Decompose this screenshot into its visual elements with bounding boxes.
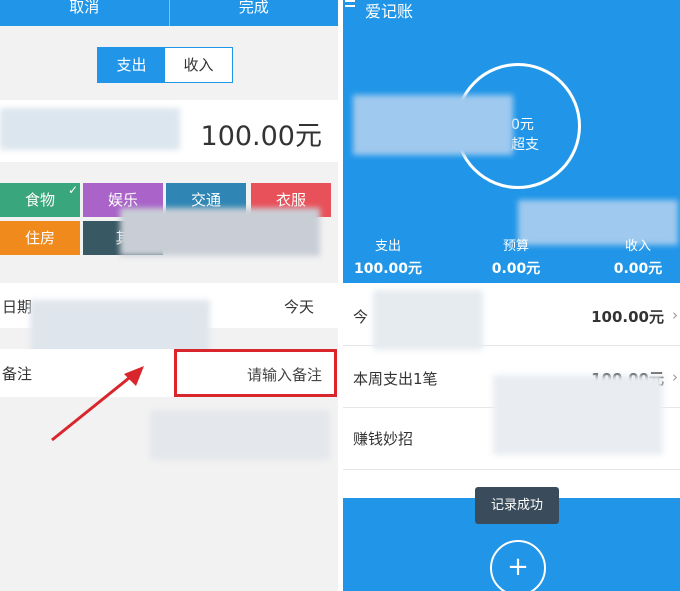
category-label: 衣服 — [275, 191, 306, 209]
note-placeholder: 请输入备注 — [246, 366, 322, 384]
blurred-region — [353, 95, 513, 155]
selected-check-icon: ✓ — [67, 183, 78, 197]
date-label: 日期 — [2, 298, 33, 316]
stat-value: 100.00元 — [353, 261, 423, 277]
cancel-button[interactable]: 取消 — [0, 0, 169, 26]
stat-label: 预算 — [502, 239, 529, 254]
amount-value: 100.00元 — [200, 121, 322, 152]
date-value: 今天 — [283, 298, 314, 316]
stat-income: 收入 0.00元 — [583, 235, 680, 278]
stat-label: 支出 — [374, 239, 401, 254]
row-label: 本周支出1笔 — [353, 370, 438, 388]
row-label: 赚钱妙招 — [353, 430, 414, 448]
category-housing[interactable]: 住房 — [0, 221, 80, 255]
add-record-button[interactable]: + — [490, 540, 546, 591]
blurred-region — [493, 375, 663, 455]
amount-row[interactable]: 100.00元 — [0, 100, 338, 162]
category-label: 娱乐 — [107, 191, 138, 209]
category-food[interactable]: 食物 ✓ — [0, 183, 80, 217]
note-label: 备注 — [2, 365, 33, 383]
category-label: 交通 — [190, 191, 221, 209]
toast-message: 记录成功 — [475, 487, 559, 524]
top-bar: 取消 完成 — [0, 0, 338, 26]
blurred-region — [120, 208, 320, 256]
ring-subtitle: 超支 — [511, 137, 539, 153]
add-record-screen: 取消 完成 支出 收入 100.00元 食物 ✓ 娱乐 交通 衣服 住房 其 日… — [0, 0, 338, 591]
note-input[interactable]: 请输入备注 — [174, 349, 337, 397]
row-label: 今 — [353, 308, 369, 326]
menu-icon[interactable] — [345, 0, 355, 10]
chevron-right-icon: › — [672, 368, 678, 386]
chevron-right-icon: › — [672, 306, 678, 324]
blurred-region — [0, 108, 180, 150]
stat-value: 0.00元 — [613, 261, 663, 277]
category-label: 食物 — [24, 191, 55, 209]
stat-value: 0.00元 — [491, 261, 541, 277]
stat-budget: 预算 0.00元 — [461, 235, 571, 278]
stat-expense: 支出 100.00元 — [343, 235, 443, 278]
blurred-region — [150, 410, 330, 460]
home-screen: 爱记账 0元 超支 支出 100.00元 预算 0.00元 收入 0.00元 今… — [343, 0, 680, 591]
row-value: 100.00元 — [591, 308, 664, 326]
expense-tab[interactable]: 支出 — [98, 48, 165, 82]
stat-label: 收入 — [624, 239, 651, 254]
ring-amount: 0元 — [511, 117, 534, 133]
type-toggle: 支出 收入 — [97, 47, 233, 83]
blurred-region — [373, 290, 483, 350]
summary-header: 爱记账 0元 超支 支出 100.00元 预算 0.00元 收入 0.00元 — [343, 0, 680, 283]
annotation-arrow — [51, 366, 144, 442]
done-button[interactable]: 完成 — [170, 0, 339, 26]
income-tab[interactable]: 收入 — [165, 48, 232, 82]
category-label: 住房 — [24, 229, 55, 247]
app-title: 爱记账 — [365, 2, 414, 21]
